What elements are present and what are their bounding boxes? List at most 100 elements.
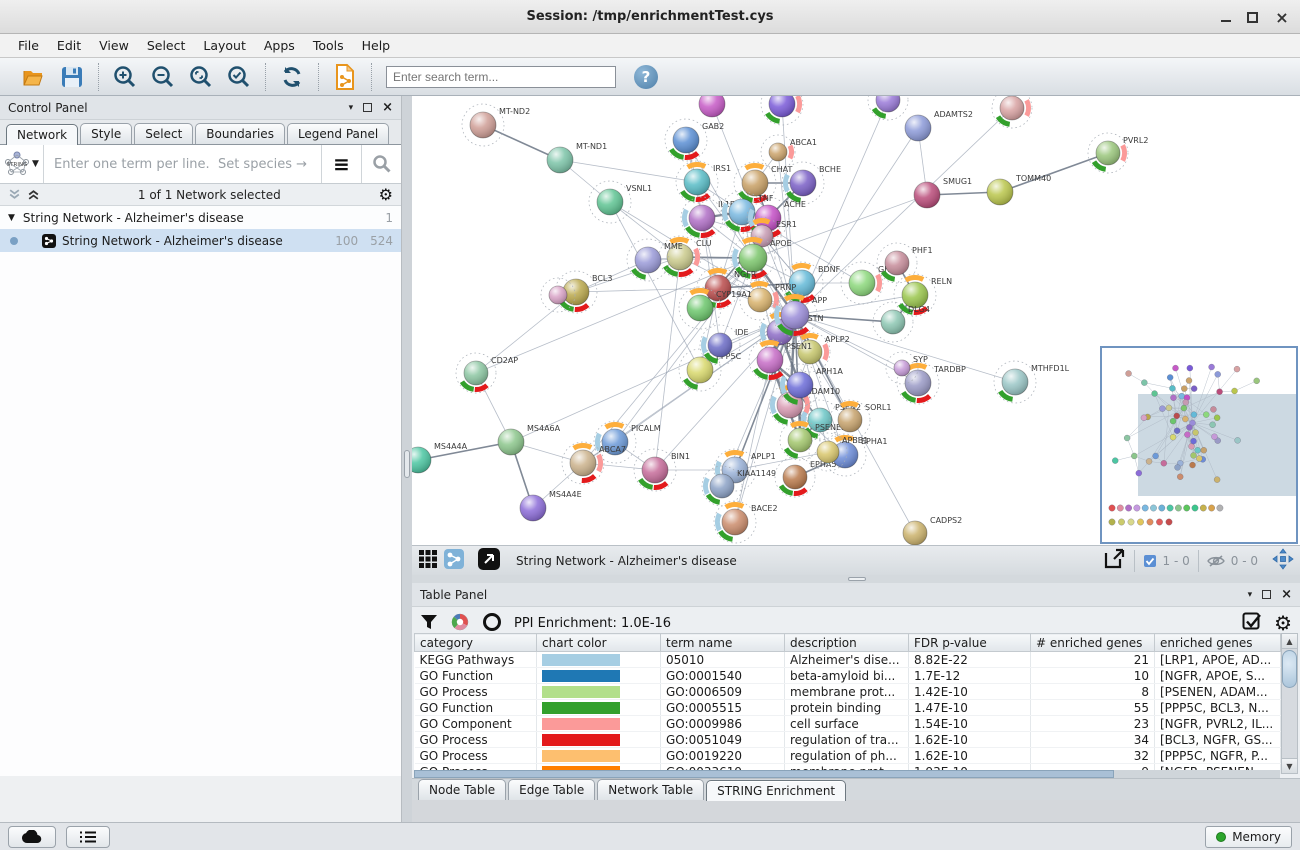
set-species-link[interactable]: Set species →	[218, 157, 321, 172]
enrichment-table[interactable]: categorychart colorterm namedescriptionF…	[414, 633, 1282, 774]
network-node[interactable]	[761, 96, 803, 125]
table-row[interactable]: GO FunctionGO:0001540beta-amyloid bi...1…	[415, 668, 1281, 684]
network-node-kiaa1149[interactable]: KIAA1149	[702, 466, 776, 506]
network-edge[interactable]	[615, 258, 753, 442]
network-node[interactable]	[868, 96, 908, 120]
cloud-services-button[interactable]	[8, 826, 56, 848]
tab-legend-panel[interactable]: Legend Panel	[287, 123, 389, 144]
tab-style[interactable]: Style	[80, 123, 132, 144]
filter-icon[interactable]	[420, 613, 438, 634]
string-options-icon[interactable]: ≡	[321, 145, 361, 183]
menu-tools[interactable]: Tools	[305, 35, 352, 56]
menu-edit[interactable]: Edit	[49, 35, 89, 56]
network-node-aplp2[interactable]: APLP2	[790, 332, 850, 372]
splitter-handle[interactable]	[848, 577, 866, 581]
network-file-icon[interactable]	[331, 63, 359, 91]
table-tab-network-table[interactable]: Network Table	[597, 779, 704, 800]
column-header-2[interactable]: chart color	[537, 634, 661, 652]
table-row[interactable]: GO ProcessGO:0019220regulation of ph...1…	[415, 748, 1281, 764]
tab-network[interactable]: Network	[6, 124, 78, 145]
tab-select[interactable]: Select	[134, 123, 193, 144]
network-edge[interactable]	[735, 360, 770, 522]
network-node-ms4a6a[interactable]: MS4A6A	[498, 424, 561, 455]
enrichment-settings-gear-icon[interactable]: ⚙	[1274, 615, 1292, 631]
string-search-icon[interactable]	[361, 145, 401, 183]
minimize-icon[interactable]	[1221, 13, 1231, 22]
network-row[interactable]: String Network - Alzheimer's disease 100…	[0, 229, 401, 252]
collection-expander-icon[interactable]: ▼	[8, 213, 15, 223]
network-node-pvrl2[interactable]: PVRL2	[1088, 133, 1148, 173]
close-panel-icon[interactable]: ×	[1281, 587, 1292, 602]
scroll-down-icon[interactable]: ▼	[1282, 758, 1297, 773]
network-node[interactable]	[699, 96, 725, 117]
network-node-cadps2[interactable]: CADPS2	[903, 516, 962, 545]
menu-view[interactable]: View	[91, 35, 137, 56]
network-node-ms4a4a[interactable]: MS4A4A	[412, 442, 468, 473]
table-row[interactable]: GO ComponentGO:0009986cell surface1.54E-…	[415, 716, 1281, 732]
close-icon[interactable]: ×	[1274, 9, 1290, 25]
maximize-icon[interactable]	[1247, 12, 1258, 23]
refresh-icon[interactable]	[278, 63, 306, 91]
network-node-cd2ap[interactable]: CD2AP	[456, 353, 518, 393]
network-options-gear-icon[interactable]: ⚙	[379, 187, 393, 203]
table-vertical-scrollbar[interactable]: ▲ ▼	[1281, 633, 1298, 774]
network-node-vsnl1[interactable]: VSNL1	[589, 181, 652, 223]
table-row[interactable]: GO ProcessGO:0051049regulation of tra...…	[415, 732, 1281, 748]
pie-chart-icon[interactable]	[450, 612, 470, 635]
menu-help[interactable]: Help	[354, 35, 399, 56]
menu-layout[interactable]: Layout	[195, 35, 254, 56]
menu-file[interactable]: File	[10, 35, 47, 56]
table-tab-edge-table[interactable]: Edge Table	[508, 779, 595, 800]
column-header-1[interactable]: category	[415, 634, 537, 652]
network-node-tomm40[interactable]: TOMM40	[987, 174, 1051, 205]
horizontal-splitter[interactable]	[412, 575, 1300, 583]
float-panel-icon[interactable]	[1262, 590, 1271, 599]
float-panel-icon[interactable]	[363, 103, 372, 112]
export-network-icon[interactable]	[1102, 547, 1126, 574]
panel-menu-icon[interactable]: ▾	[1248, 590, 1253, 600]
zoom-selected-icon[interactable]	[225, 63, 253, 91]
vertical-splitter[interactable]	[402, 96, 412, 822]
grid-view-icon[interactable]	[418, 549, 438, 572]
network-node-gab2[interactable]: GAB2	[665, 119, 724, 161]
network-node-mt-nd2[interactable]: MT-ND2	[462, 104, 530, 146]
network-edge[interactable]	[560, 160, 697, 182]
network-collection-row[interactable]: ▼ String Network - Alzheimer's disease 1	[0, 206, 401, 229]
memory-button[interactable]: Memory	[1205, 826, 1292, 848]
open-session-icon[interactable]	[20, 63, 48, 91]
network-edge[interactable]	[795, 108, 1012, 315]
table-row[interactable]: KEGG Pathways05010Alzheimer's dise...8.8…	[415, 652, 1281, 668]
table-row[interactable]: GO FunctionGO:0005515protein binding1.47…	[415, 700, 1281, 716]
table-horizontal-scrollbar[interactable]	[414, 770, 1280, 778]
scrollbar-thumb[interactable]	[1282, 650, 1297, 688]
network-node[interactable]	[992, 96, 1032, 128]
tab-boundaries[interactable]: Boundaries	[195, 123, 285, 144]
detach-view-icon[interactable]	[478, 548, 500, 573]
help-icon[interactable]: ?	[634, 65, 658, 89]
save-session-icon[interactable]	[58, 63, 86, 91]
panel-menu-icon[interactable]: ▾	[349, 103, 354, 113]
network-node-bace2[interactable]: BACE2	[714, 501, 778, 543]
table-tab-node-table[interactable]: Node Table	[418, 779, 506, 800]
column-header-6[interactable]: # enriched genes	[1031, 634, 1155, 652]
ring-chart-icon[interactable]	[482, 612, 502, 635]
network-edge[interactable]	[1000, 153, 1108, 192]
scrollbar-thumb[interactable]	[414, 770, 1114, 778]
search-input[interactable]	[386, 66, 616, 88]
splitter-handle[interactable]	[404, 450, 410, 478]
select-rows-icon[interactable]	[1242, 612, 1262, 635]
string-query-placeholder[interactable]: Enter one term per line.	[44, 157, 218, 172]
scroll-up-icon[interactable]: ▲	[1282, 634, 1297, 649]
network-node-mthfd1l[interactable]: MTHFD1L	[994, 361, 1070, 403]
network-canvas[interactable]: MT-ND2MT-ND1VSNL1GAB2IRS1ABCA1CHATBCHEIL…	[412, 96, 1300, 545]
share-view-icon[interactable]	[444, 549, 464, 572]
string-logo-icon[interactable]: STRING ▼	[0, 145, 44, 183]
network-node-mt-nd1[interactable]: MT-ND1	[547, 142, 607, 173]
menu-select[interactable]: Select	[139, 35, 194, 56]
close-panel-icon[interactable]: ×	[382, 100, 393, 115]
expand-all-icon[interactable]	[27, 188, 40, 201]
column-header-5[interactable]: FDR p-value	[909, 634, 1031, 652]
birdseye-overview[interactable]	[1100, 346, 1298, 544]
column-header-3[interactable]: term name	[661, 634, 785, 652]
network-node-smug1[interactable]: SMUG1	[914, 177, 972, 208]
